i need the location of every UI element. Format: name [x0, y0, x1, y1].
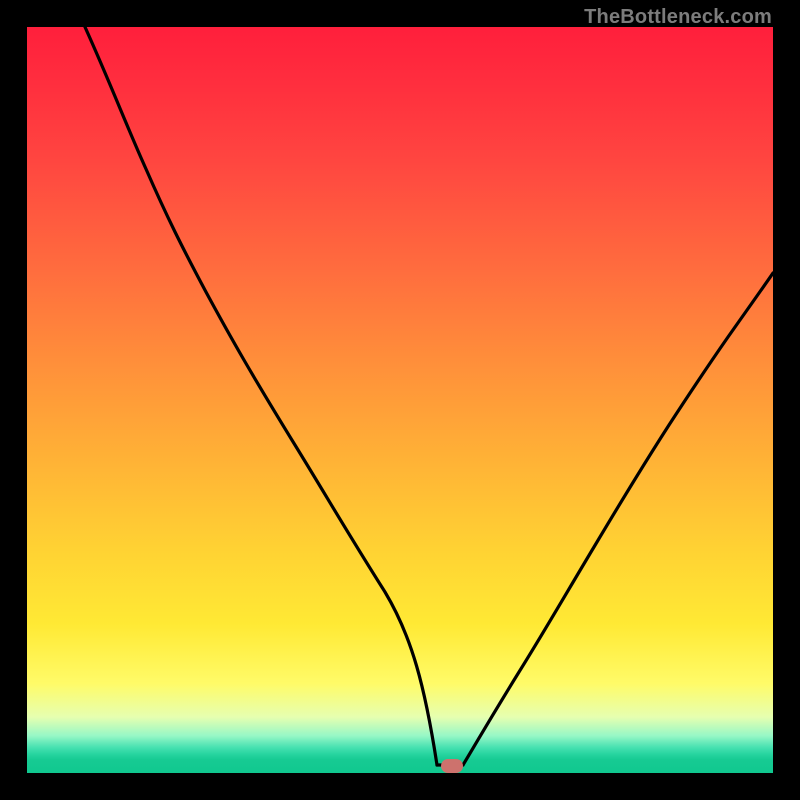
- chart-frame: TheBottleneck.com: [0, 0, 800, 800]
- left-curve-path: [85, 27, 437, 765]
- bottleneck-curve: [27, 27, 773, 773]
- attribution-text: TheBottleneck.com: [584, 6, 772, 29]
- valley-marker: [441, 759, 463, 773]
- plot-area: [27, 27, 773, 773]
- right-curve-path: [463, 273, 773, 765]
